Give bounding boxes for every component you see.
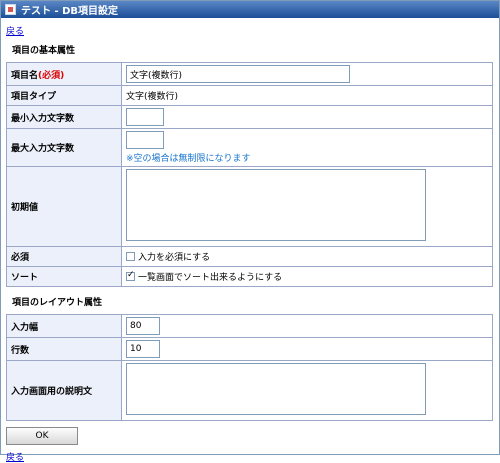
- app-icon: [5, 4, 16, 15]
- required-cell: 入力を必須にする: [121, 246, 493, 267]
- input-width-cell: [121, 314, 493, 338]
- layout-attributes-table: 入力幅 行数 入力画面用の説明文: [6, 314, 493, 421]
- max-chars-note: ※空の場合は無制限になります: [126, 154, 251, 164]
- row-rows: 行数: [6, 337, 493, 361]
- item-name-input[interactable]: [126, 65, 350, 83]
- max-chars-cell: ※空の場合は無制限になります: [121, 128, 493, 167]
- min-chars-input[interactable]: [126, 108, 164, 126]
- row-required: 必須 入力を必須にする: [6, 246, 493, 267]
- required-option-label[interactable]: 入力を必須にする: [138, 253, 210, 263]
- description-textarea[interactable]: [126, 363, 426, 415]
- input-width-label: 入力幅: [6, 314, 122, 338]
- basic-section-title: 項目の基本属性: [12, 46, 76, 56]
- row-min-chars: 最小入力文字数: [6, 105, 493, 129]
- min-chars-label: 最小入力文字数: [6, 105, 122, 129]
- title-bar: テスト - DB項目設定: [1, 1, 499, 18]
- row-max-chars: 最大入力文字数 ※空の場合は無制限になります: [6, 128, 493, 167]
- rows-input[interactable]: [126, 340, 160, 358]
- item-type-value: 文字(複数行): [121, 85, 493, 106]
- sort-checkbox[interactable]: [126, 270, 135, 281]
- initial-value-textarea[interactable]: [126, 169, 426, 241]
- sort-cell: 一覧画面でソート出来るようにする: [121, 266, 493, 287]
- row-item-type: 項目タイプ 文字(複数行): [6, 85, 493, 106]
- required-mark: (必須): [38, 70, 65, 81]
- input-width-input[interactable]: [126, 317, 160, 335]
- min-chars-cell: [121, 105, 493, 129]
- rows-label: 行数: [6, 337, 122, 361]
- back-link-top[interactable]: 戻る: [6, 27, 24, 37]
- initial-value-label: 初期値: [6, 166, 122, 247]
- item-name-cell: [121, 62, 493, 86]
- row-item-name: 項目名(必須): [6, 62, 493, 86]
- row-input-width: 入力幅: [6, 314, 493, 338]
- sort-option-label[interactable]: 一覧画面でソート出来るようにする: [138, 273, 282, 283]
- rows-cell: [121, 337, 493, 361]
- required-label: 必須: [6, 246, 122, 267]
- row-description: 入力画面用の説明文: [6, 360, 493, 421]
- description-label: 入力画面用の説明文: [6, 360, 122, 421]
- item-name-label: 項目名(必須): [6, 62, 122, 86]
- initial-value-cell: [121, 166, 493, 247]
- item-name-label-text: 項目名: [11, 70, 39, 81]
- ok-button[interactable]: OK: [6, 427, 78, 445]
- layout-section-title: 項目のレイアウト属性: [12, 298, 103, 308]
- row-sort: ソート 一覧画面でソート出来るようにする: [6, 266, 493, 287]
- item-type-label: 項目タイプ: [6, 85, 122, 106]
- required-checkbox[interactable]: [126, 252, 135, 261]
- basic-attributes-table: 項目名(必須) 項目タイプ 文字(複数行) 最小入力文字数 最大入力文字数: [6, 62, 493, 287]
- content: 戻る 項目の基本属性 項目名(必須) 項目タイプ 文字(複数行) 最小入力文字数: [1, 18, 499, 463]
- dialog-window: テスト - DB項目設定 戻る 項目の基本属性 項目名(必須) 項目タイプ 文字…: [0, 0, 500, 463]
- max-chars-input[interactable]: [126, 131, 164, 149]
- sort-label: ソート: [6, 266, 122, 287]
- window-title: テスト - DB項目設定: [21, 6, 119, 17]
- max-chars-label: 最大入力文字数: [6, 128, 122, 167]
- row-initial-value: 初期値: [6, 166, 493, 247]
- description-cell: [121, 360, 493, 421]
